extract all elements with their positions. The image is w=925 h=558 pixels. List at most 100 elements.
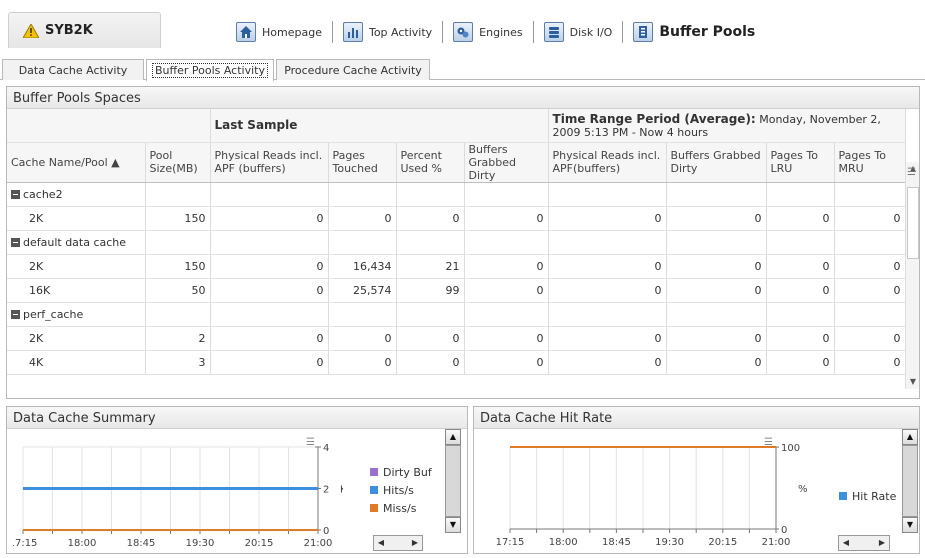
panel-title: Data Cache Summary	[7, 407, 467, 429]
nav-links: Homepage Top Activity Engines Disk I/O B…	[236, 20, 755, 44]
value-cell: 0	[210, 278, 329, 303]
scrollbar-thumb[interactable]	[907, 187, 919, 259]
value-cell: 0	[464, 350, 549, 375]
table-scrollbar[interactable]: ▲ ▼	[905, 162, 919, 389]
value-cell: 21	[396, 254, 465, 279]
group-row[interactable]: perf_cache	[7, 302, 906, 327]
tab-data-cache-activity[interactable]: Data Cache Activity	[2, 59, 144, 80]
column-header[interactable]: Pages To LRU	[766, 142, 835, 183]
column-header[interactable]: Buffers Grabbed Dirty	[666, 142, 767, 183]
scroll-left-icon[interactable]: ◀	[374, 536, 388, 550]
group-cell[interactable]: default data cache	[7, 230, 146, 255]
nav-label: Engines	[479, 25, 523, 39]
group-cell[interactable]: cache2	[7, 182, 146, 207]
value-cell: 0	[328, 326, 397, 351]
column-header[interactable]: Physical Reads incl. APF (buffers)	[210, 142, 329, 183]
empty-cell	[328, 182, 397, 207]
empty-cell	[548, 182, 667, 207]
legend-scroll-down-icon[interactable]: ▼	[902, 517, 918, 533]
scroll-right-icon[interactable]: ▶	[875, 536, 889, 550]
collapse-icon[interactable]	[11, 189, 20, 199]
value-cell: 99	[396, 278, 465, 303]
empty-cell	[834, 182, 906, 207]
group-name: cache2	[23, 187, 63, 201]
value-cell: 150	[145, 206, 211, 231]
empty-cell	[210, 230, 329, 255]
value-cell: 0	[396, 206, 465, 231]
value-cell: 0	[666, 350, 767, 375]
value-cell: 0	[766, 326, 835, 351]
x-tick-label: 21:00	[762, 537, 791, 548]
value-cell: 0	[210, 350, 329, 375]
legend-scroll-up-icon[interactable]: ▲	[902, 429, 918, 445]
empty-cell	[464, 302, 549, 327]
empty-cell	[548, 230, 667, 255]
top-navigation: SYB2K Homepage Top Activity Engines Disk…	[0, 0, 925, 58]
collapse-icon[interactable]	[11, 237, 20, 247]
column-header[interactable]: Buffers Grabbed Dirty	[464, 142, 549, 183]
y-tick-label: 100	[781, 443, 800, 454]
x-tick-label: 19:30	[186, 538, 215, 549]
table-row[interactable]: 2K 2 0 0 0 0 0 0 0 0	[7, 326, 906, 351]
column-header[interactable]: Pages To MRU	[834, 142, 906, 183]
legend-item: Dirty Buf	[370, 463, 450, 481]
value-cell: 0	[464, 326, 549, 351]
column-header[interactable]: Physical Reads incl. APF(buffers)	[548, 142, 667, 183]
legend-scrollbar[interactable]	[902, 445, 918, 517]
legend-item: Miss/s	[370, 499, 450, 517]
legend-swatch	[370, 486, 378, 494]
legend-label: Miss/s	[383, 501, 417, 515]
scroll-right-icon[interactable]: ▶	[408, 536, 422, 550]
value-cell: 0	[766, 278, 835, 303]
value-cell: 150	[145, 254, 211, 279]
value-cell: 0	[834, 326, 906, 351]
value-cell: 0	[834, 206, 906, 231]
chart-hscroll[interactable]: ◀ ▶	[838, 535, 890, 551]
x-tick-label: 21:00	[304, 538, 333, 549]
column-header[interactable]: Cache Name/Pool ▲	[7, 142, 146, 183]
collapse-icon[interactable]	[11, 309, 20, 319]
value-cell: 0	[328, 206, 397, 231]
pool-name-cell: 2K	[7, 206, 146, 231]
nav-homepage[interactable]: Homepage	[236, 22, 322, 42]
table-row[interactable]: 2K 150 0 16,434 21 0 0 0 0 0	[7, 254, 906, 279]
chart-hscroll[interactable]: ◀ ▶	[373, 535, 423, 551]
table-row[interactable]: 16K 50 0 25,574 99 0 0 0 0 0	[7, 278, 906, 303]
chart-menu-icon[interactable]: ☰	[306, 437, 315, 448]
group-row[interactable]: default data cache	[7, 230, 906, 255]
value-cell: 0	[210, 254, 329, 279]
value-cell: 0	[548, 206, 667, 231]
legend-swatch	[839, 492, 847, 500]
nav-engines[interactable]: Engines	[453, 22, 523, 42]
server-tab[interactable]: SYB2K	[8, 12, 161, 48]
column-chooser-icon[interactable]: ☰	[907, 167, 916, 178]
column-header[interactable]: Percent Used %	[396, 142, 465, 183]
scroll-left-icon[interactable]: ◀	[839, 536, 853, 550]
x-tick-label: 20:15	[708, 537, 737, 548]
legend-scrollbar[interactable]	[445, 445, 461, 517]
value-cell: 25,574	[328, 278, 397, 303]
tab-procedure-cache-activity[interactable]: Procedure Cache Activity	[276, 59, 430, 80]
value-cell: 16,434	[328, 254, 397, 279]
column-header[interactable]: Pages Touched	[328, 142, 397, 183]
y-tick-label: 4	[323, 443, 329, 454]
nav-separator	[331, 21, 333, 43]
nav-top-activity[interactable]: Top Activity	[342, 22, 432, 42]
nav-buffer-pools[interactable]: Buffer Pools	[633, 22, 755, 42]
table-row[interactable]: 4K 3 0 0 0 0 0 0 0 0	[7, 350, 906, 375]
group-row[interactable]: cache2	[7, 182, 906, 207]
legend-scroll-down-icon[interactable]: ▼	[445, 517, 461, 533]
legend-scroll-up-icon[interactable]: ▲	[445, 429, 461, 445]
nav-disk-io[interactable]: Disk I/O	[543, 22, 613, 42]
hit-rate-legend: Hit Rate	[839, 487, 896, 505]
nav-label: Disk I/O	[569, 25, 613, 39]
group-cell[interactable]: perf_cache	[7, 302, 146, 327]
group-time-range: Time Range Period (Average): Monday, Nov…	[548, 109, 906, 143]
value-cell: 0	[834, 254, 906, 279]
value-cell: 0	[464, 206, 549, 231]
column-header[interactable]: Pool Size(MB)	[145, 142, 211, 183]
warning-icon	[22, 22, 40, 38]
table-row[interactable]: 2K 150 0 0 0 0 0 0 0 0	[7, 206, 906, 231]
scroll-down-icon[interactable]: ▼	[906, 375, 919, 389]
tab-buffer-pools-activity[interactable]: Buffer Pools Activity	[146, 59, 274, 81]
